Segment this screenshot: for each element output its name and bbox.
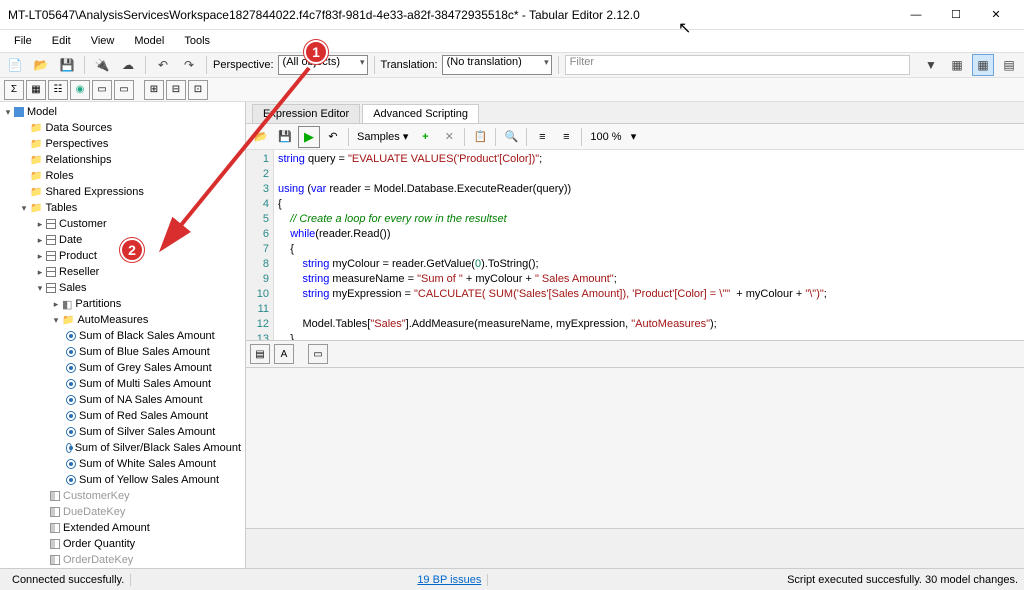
menu-model[interactable]: Model [126,33,172,49]
zoom-dropdown[interactable]: 100 % ▾ [586,130,640,143]
part-icon[interactable]: ▭ [92,80,112,100]
callout-2: 2 [120,238,144,262]
save-icon[interactable]: 💾 [56,54,78,76]
tree-column[interactable]: CustomerKey [63,490,130,502]
sort2-icon[interactable]: ⊟ [166,80,186,100]
cursor-icon: ↖ [678,18,691,38]
menu-file[interactable]: File [6,33,40,49]
tree-measure[interactable]: Sum of Blue Sales Amount [79,346,210,358]
tab-scripting[interactable]: Advanced Scripting [362,104,479,123]
find-icon[interactable]: 🔍 [500,126,522,148]
tree-perspectives[interactable]: Perspectives [45,138,108,150]
model-tree[interactable]: ▾Model 📁Data Sources 📁Perspectives 📁Rela… [0,102,245,568]
filter-icon[interactable]: ▼ [920,54,942,76]
status-script: Script executed succesfully. 30 model ch… [787,574,1018,586]
tree-shared-expr[interactable]: Shared Expressions [45,186,143,198]
translation-dropdown[interactable]: (No translation) [442,55,552,75]
samples-dropdown[interactable]: Samples ▾ [353,130,412,143]
tree-relationships[interactable]: Relationships [45,154,111,166]
sort1-icon[interactable]: ⊞ [144,80,164,100]
kpi-icon[interactable]: ◉ [70,80,90,100]
hier-icon[interactable]: ☷ [48,80,68,100]
page-icon[interactable]: ▭ [308,344,328,364]
props-toolbar: ▤ A ▭ [246,340,1024,368]
code-editor[interactable]: 1234567891011121314 string query = "EVAL… [246,150,1024,340]
tree-measure[interactable]: Sum of Red Sales Amount [79,410,208,422]
deploy-icon[interactable]: ☁ [117,54,139,76]
view3-icon[interactable]: ▤ [998,54,1020,76]
redo-icon[interactable]: ↷ [178,54,200,76]
tree-automeasures[interactable]: AutoMeasures [77,314,148,326]
tab-expression[interactable]: Expression Editor [252,104,360,123]
translation-label: Translation: [381,59,438,71]
property-grid[interactable] [246,368,1024,528]
connect-icon[interactable]: 🔌 [91,54,113,76]
run-button[interactable]: ▶ [298,126,320,148]
view2-icon[interactable]: ▦ [972,54,994,76]
tree-column[interactable]: DueDateKey [63,506,125,518]
close-button[interactable]: ✕ [976,1,1016,29]
output-area [246,528,1024,568]
tree-column[interactable]: Order Quantity [63,538,135,550]
delete-icon[interactable]: ✕ [438,126,460,148]
tree-table-sales[interactable]: Sales [59,282,87,294]
tree-measure[interactable]: Sum of Grey Sales Amount [79,362,212,374]
filter-input[interactable]: Filter [565,55,910,75]
tree-toolbar: Σ ▦ ☷ ◉ ▭ ▭ ⊞ ⊟ ⊡ [0,78,1024,102]
undo-script-icon[interactable]: ↶ [322,126,344,148]
status-bar: Connected succesfully. 19 BP issues Scri… [0,568,1024,590]
save-script-icon[interactable]: 💾 [274,126,296,148]
window-title: MT-LT05647\AnalysisServicesWorkspace1827… [8,8,896,22]
menu-bar: File Edit View Model Tools [0,30,1024,52]
main-toolbar: 📄 📂 💾 🔌 ☁ ↶ ↷ Perspective: (All objects)… [0,52,1024,78]
maximize-button[interactable]: ☐ [936,1,976,29]
open-script-icon[interactable]: 📂 [250,126,272,148]
status-connection: Connected succesfully. [6,574,131,586]
tree-column[interactable]: Extended Amount [63,522,150,534]
menu-view[interactable]: View [83,33,123,49]
cat-icon[interactable]: ▤ [250,344,270,364]
open-icon[interactable]: 📂 [30,54,52,76]
tree-partitions[interactable]: Partitions [75,298,121,310]
bp-issues-link[interactable]: 19 BP issues [411,574,488,586]
tree-measure[interactable]: Sum of Yellow Sales Amount [79,474,219,486]
menu-edit[interactable]: Edit [44,33,79,49]
tree-measure[interactable]: Sum of Silver Sales Amount [79,426,215,438]
tree-root[interactable]: Model [27,106,57,118]
indent-icon[interactable]: ≡ [531,126,553,148]
tree-data-sources[interactable]: Data Sources [45,122,112,134]
minimize-button[interactable]: — [896,1,936,29]
tree-measure[interactable]: Sum of Multi Sales Amount [79,378,211,390]
tree-table[interactable]: Reseller [59,266,99,278]
menu-tools[interactable]: Tools [176,33,218,49]
col-icon[interactable]: ▦ [26,80,46,100]
tree-measure[interactable]: Sum of NA Sales Amount [79,394,203,406]
undo-icon[interactable]: ↶ [152,54,174,76]
model-tree-pane: ▾Model 📁Data Sources 📁Perspectives 📁Rela… [0,102,246,568]
perspective-label: Perspective: [213,59,274,71]
view1-icon[interactable]: ▦ [946,54,968,76]
tree-table[interactable]: Customer [59,218,107,230]
paste-icon[interactable]: 📋 [469,126,491,148]
role-icon[interactable]: ▭ [114,80,134,100]
tree-measure[interactable]: Sum of White Sales Amount [79,458,216,470]
az-icon[interactable]: A [274,344,294,364]
tree-table[interactable]: Date [59,234,82,246]
tree-roles[interactable]: Roles [45,170,73,182]
script-toolbar: 📂 💾 ▶ ↶ Samples ▾ + ✕ 📋 🔍 ≡ ≡ 100 % ▾ [246,124,1024,150]
sort3-icon[interactable]: ⊡ [188,80,208,100]
editor-pane: Expression Editor Advanced Scripting 📂 💾… [246,102,1024,568]
add-icon[interactable]: + [414,126,436,148]
callout-1: 1 [304,40,328,64]
tree-measure[interactable]: Sum of Black Sales Amount [79,330,215,342]
tree-tables[interactable]: Tables [45,202,77,214]
outdent-icon[interactable]: ≡ [555,126,577,148]
tree-measure[interactable]: Sum of Silver/Black Sales Amount [75,442,241,454]
sigma-icon[interactable]: Σ [4,80,24,100]
new-icon[interactable]: 📄 [4,54,26,76]
tree-table[interactable]: Product [59,250,97,262]
tree-column[interactable]: OrderDateKey [63,554,133,566]
